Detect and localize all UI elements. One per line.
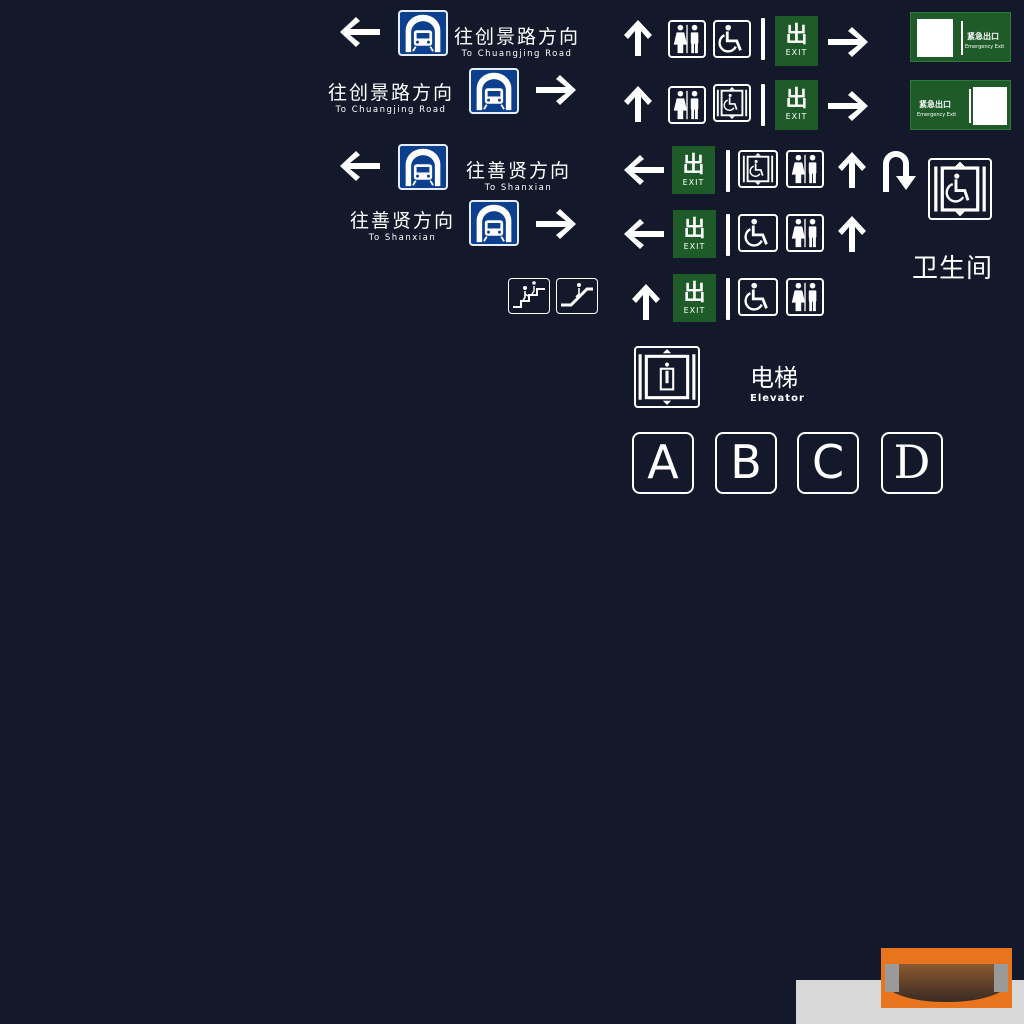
running-man-icon [973,87,1007,125]
exit-badge: 出 EXIT [673,274,716,322]
arrow-left-icon [622,152,666,188]
exit-badge: 出 EXIT [673,210,716,258]
direction-cn: 往善贤方向 [350,210,456,232]
letter-a-badge: A [632,432,694,494]
exit-en: EXIT [785,48,808,57]
exit-en: EXIT [785,112,808,121]
metro-train-icon [469,68,519,114]
direction-en: To Chuangjing Road [335,105,447,115]
arrow-right-icon [534,72,578,108]
divider [726,150,730,192]
direction-sign-chuangjing-1: 往创景路方向 To Chuangjing Road [454,22,580,59]
exit-cn: 出 [683,217,706,242]
accessible-elevator-icon [713,84,751,122]
arrow-up-icon [630,282,662,322]
emergency-en: Emergency Exit [917,112,957,118]
toilet-icon [668,20,706,58]
wheelchair-icon [713,20,751,58]
toilet-icon [786,150,824,188]
toilet-icon [786,214,824,252]
wheelchair-icon [738,214,778,252]
exit-cn: 出 [682,153,705,178]
exit-en: EXIT [682,178,705,187]
orange-panel [881,948,1012,1008]
elevator-label: 电梯 Elevator [750,358,805,404]
direction-cn: 往创景路方向 [454,26,581,48]
stairs-icon [508,278,550,314]
letter-b-badge: B [715,432,777,494]
arrow-right-icon [826,24,870,60]
exit-en: EXIT [683,242,706,251]
exit-badge: 出 EXIT [672,146,715,194]
divider [726,278,730,320]
arrow-up-icon [622,84,654,124]
direction-sign-shanxian-2: 往善贤方向 To Shanxian [350,206,455,243]
direction-cn: 往创景路方向 [328,82,455,104]
arrow-up-icon [836,150,868,190]
toilet-icon [668,86,706,124]
exit-cn: 出 [785,87,808,112]
arrow-up-icon [836,214,868,254]
emergency-exit-sign: 紧急出口 Emergency Exit [910,12,1011,62]
toilet-icon [786,278,824,316]
direction-en: To Shanxian [368,233,437,243]
wheelchair-icon [738,278,778,316]
direction-en: To Chuangjing Road [461,49,573,59]
running-man-icon [917,19,953,57]
u-turn-icon [876,146,916,194]
emergency-en: Emergency Exit [965,44,1005,50]
arrow-left-icon [622,216,666,252]
emergency-cn: 紧急出口 [919,100,951,109]
arrow-left-icon [338,148,382,184]
elevator-icon [634,346,700,408]
emergency-cn: 紧急出口 [967,32,999,41]
exit-cn: 出 [683,281,706,306]
arrow-right-icon [826,88,870,124]
accessible-elevator-icon [928,158,992,220]
exit-cn: 出 [785,23,808,48]
direction-en: To Shanxian [484,183,553,193]
metro-train-icon [398,10,448,56]
emergency-exit-sign: 紧急出口 Emergency Exit [910,80,1011,130]
elevator-en: Elevator [750,393,805,404]
letter-c-badge: C [797,432,859,494]
direction-sign-shanxian-1: 往善贤方向 To Shanxian [466,156,571,193]
divider [761,18,765,60]
letter-d-badge: D [881,432,943,494]
arrow-left-icon [338,14,382,50]
arrow-right-icon [534,206,578,242]
elevator-cn: 电梯 [750,364,798,392]
metro-train-icon [469,200,519,246]
arrow-up-icon [622,18,654,58]
exit-en: EXIT [683,306,706,315]
divider [761,84,765,126]
metro-train-icon [398,144,448,190]
direction-cn: 往善贤方向 [466,160,572,182]
escalator-icon [556,278,598,314]
toilet-label: 卫生间 [912,254,994,284]
exit-badge: 出 EXIT [775,16,818,66]
direction-sign-chuangjing-2: 往创景路方向 To Chuangjing Road [328,78,454,115]
exit-badge: 出 EXIT [775,80,818,130]
accessible-elevator-icon [738,150,778,188]
divider [726,214,730,256]
